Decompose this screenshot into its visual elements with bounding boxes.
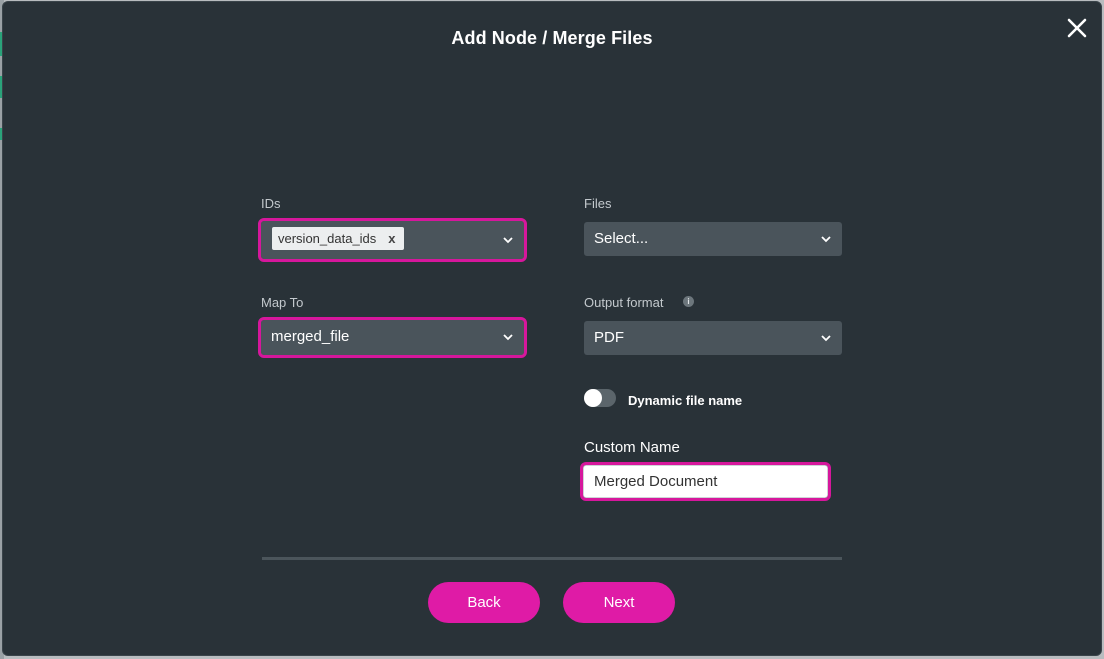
- ids-chip-label: version_data_ids: [278, 231, 377, 246]
- close-button[interactable]: [1065, 16, 1089, 40]
- chevron-down-icon: [503, 237, 513, 244]
- ids-label: IDs: [261, 196, 281, 211]
- toggle-knob: [584, 389, 602, 407]
- dynamic-file-name-label: Dynamic file name: [628, 393, 743, 408]
- output-format-select-value: PDF: [594, 329, 624, 346]
- chevron-down-icon: [821, 335, 831, 342]
- back-button[interactable]: Back: [428, 582, 540, 623]
- info-icon[interactable]: i: [683, 296, 694, 307]
- files-label: Files: [584, 196, 612, 211]
- ids-chip: version_data_ids x: [272, 227, 404, 250]
- output-format-label: Output format: [584, 295, 664, 310]
- footer-divider: [262, 557, 842, 560]
- custom-name-input[interactable]: [580, 462, 831, 501]
- output-format-select[interactable]: PDF: [584, 321, 842, 355]
- chevron-down-icon: [503, 334, 513, 341]
- next-button[interactable]: Next: [563, 582, 675, 623]
- files-select[interactable]: Select...: [584, 222, 842, 256]
- map-to-select-value: merged_file: [271, 328, 350, 345]
- ids-select[interactable]: version_data_ids x: [258, 218, 527, 262]
- chevron-down-icon: [821, 236, 831, 243]
- dialog-title: Add Node / Merge Files: [451, 28, 653, 48]
- merge-files-dialog: Add Node / Merge Files IDs version_data_…: [2, 1, 1102, 656]
- chip-remove-icon[interactable]: x: [388, 227, 395, 250]
- files-select-value: Select...: [594, 230, 649, 247]
- map-to-label: Map To: [261, 295, 304, 310]
- custom-name-label: Custom Name: [584, 439, 680, 456]
- dynamic-file-name-toggle[interactable]: [584, 389, 616, 407]
- map-to-select[interactable]: merged_file: [258, 317, 527, 358]
- close-icon: [1067, 18, 1087, 38]
